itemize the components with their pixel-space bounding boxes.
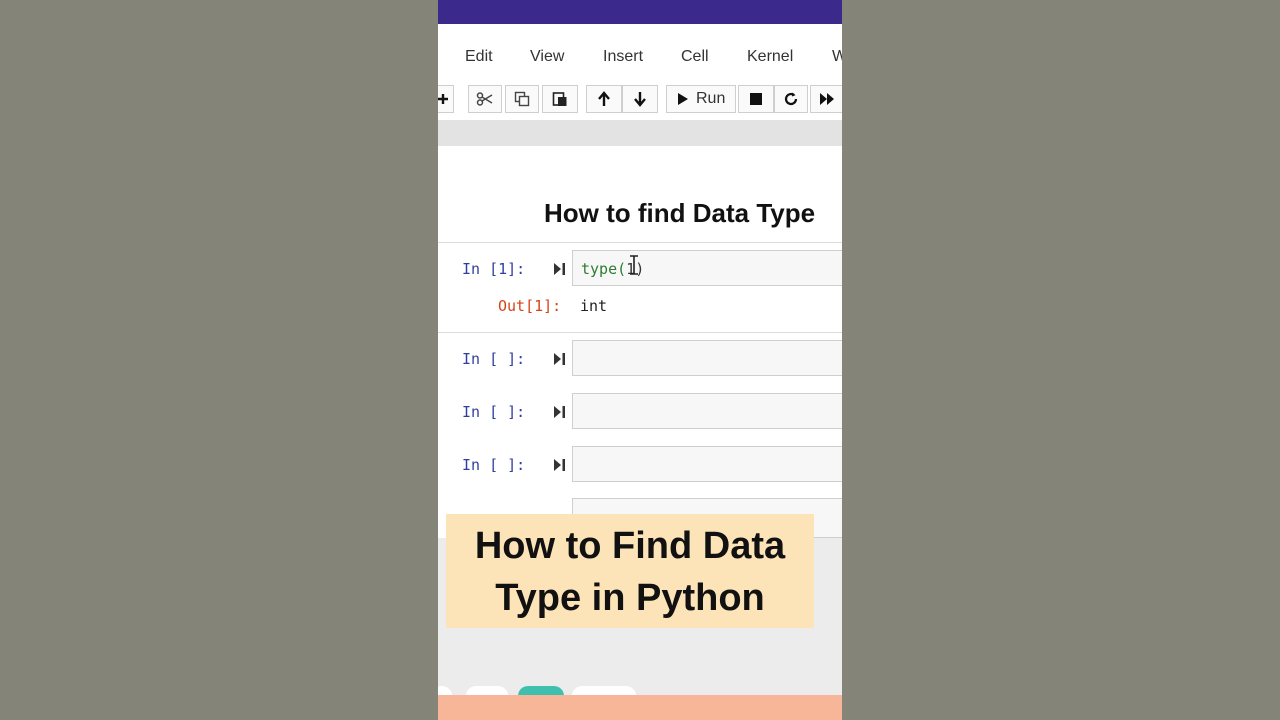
restart-button[interactable]	[774, 85, 808, 113]
caption-line-1: How to Find Data	[474, 525, 786, 567]
run-cell-2-icon[interactable]	[554, 352, 566, 366]
notebook-area: How to find Data Type In [1]: type(1) Ou…	[438, 146, 842, 538]
menu-kernel[interactable]: Kernel	[747, 48, 793, 66]
cell-divider	[438, 332, 842, 333]
cell-4-prompt: In [ ]:	[462, 456, 526, 474]
menu-insert[interactable]: Insert	[603, 48, 643, 66]
run-cell-4-icon[interactable]	[554, 458, 566, 472]
restart-icon	[784, 92, 798, 106]
toolbar: Run	[438, 80, 842, 120]
fast-forward-icon	[820, 93, 834, 105]
cut-button[interactable]	[468, 85, 502, 113]
menu-cell[interactable]: Cell	[681, 48, 709, 66]
menu-edit[interactable]: Edit	[465, 48, 493, 66]
cell-3-prompt: In [ ]:	[462, 403, 526, 421]
arrow-down-icon	[634, 92, 646, 107]
menu-bar: Edit View Insert Cell Kernel W	[438, 24, 842, 80]
toolbar-separator-band	[438, 120, 842, 146]
cell-2-prompt: In [ ]:	[462, 350, 526, 368]
move-down-button[interactable]	[622, 85, 658, 113]
video-frame: Edit View Insert Cell Kernel W Run How t…	[438, 0, 842, 720]
run-cell-3-icon[interactable]	[554, 405, 566, 419]
interrupt-button[interactable]	[738, 85, 774, 113]
caption-line-2: Type in Python	[495, 577, 765, 619]
stop-icon	[750, 93, 762, 105]
run-all-button[interactable]	[810, 85, 842, 113]
paste-icon	[552, 92, 567, 106]
paste-button[interactable]	[542, 85, 578, 113]
move-up-button[interactable]	[586, 85, 622, 113]
run-button[interactable]: Run	[666, 85, 736, 113]
arrow-up-icon	[598, 91, 610, 106]
cell-divider	[438, 242, 842, 243]
left-backdrop	[0, 0, 438, 720]
text-cursor-icon	[630, 255, 638, 275]
cell-2-input[interactable]	[572, 340, 842, 376]
browser-top-bar	[438, 0, 842, 24]
menu-view[interactable]: View	[530, 48, 564, 66]
add-cell-button[interactable]	[438, 85, 454, 113]
cell-3-input[interactable]	[572, 393, 842, 429]
cell-1-out-prompt: Out[1]:	[498, 297, 562, 315]
bottom-strip	[438, 695, 842, 720]
cell-1-output: int	[580, 297, 608, 315]
plus-icon	[438, 94, 448, 104]
notebook-heading: How to find Data Type	[544, 198, 816, 228]
run-label: Run	[696, 90, 726, 107]
play-icon	[678, 93, 688, 105]
copy-button[interactable]	[505, 85, 539, 113]
copy-icon	[514, 91, 530, 107]
menu-widgets[interactable]: W	[832, 48, 842, 66]
cell-4-input[interactable]	[572, 446, 842, 482]
code-function: type(	[581, 260, 627, 278]
run-cell-1-icon[interactable]	[554, 262, 566, 276]
right-backdrop	[842, 0, 1280, 720]
cell-1-input[interactable]: type(1)	[572, 250, 842, 286]
scissors-icon	[476, 92, 493, 106]
cell-1-prompt: In [1]:	[462, 260, 526, 278]
video-caption: How to Find Data Type in Python	[446, 514, 814, 628]
